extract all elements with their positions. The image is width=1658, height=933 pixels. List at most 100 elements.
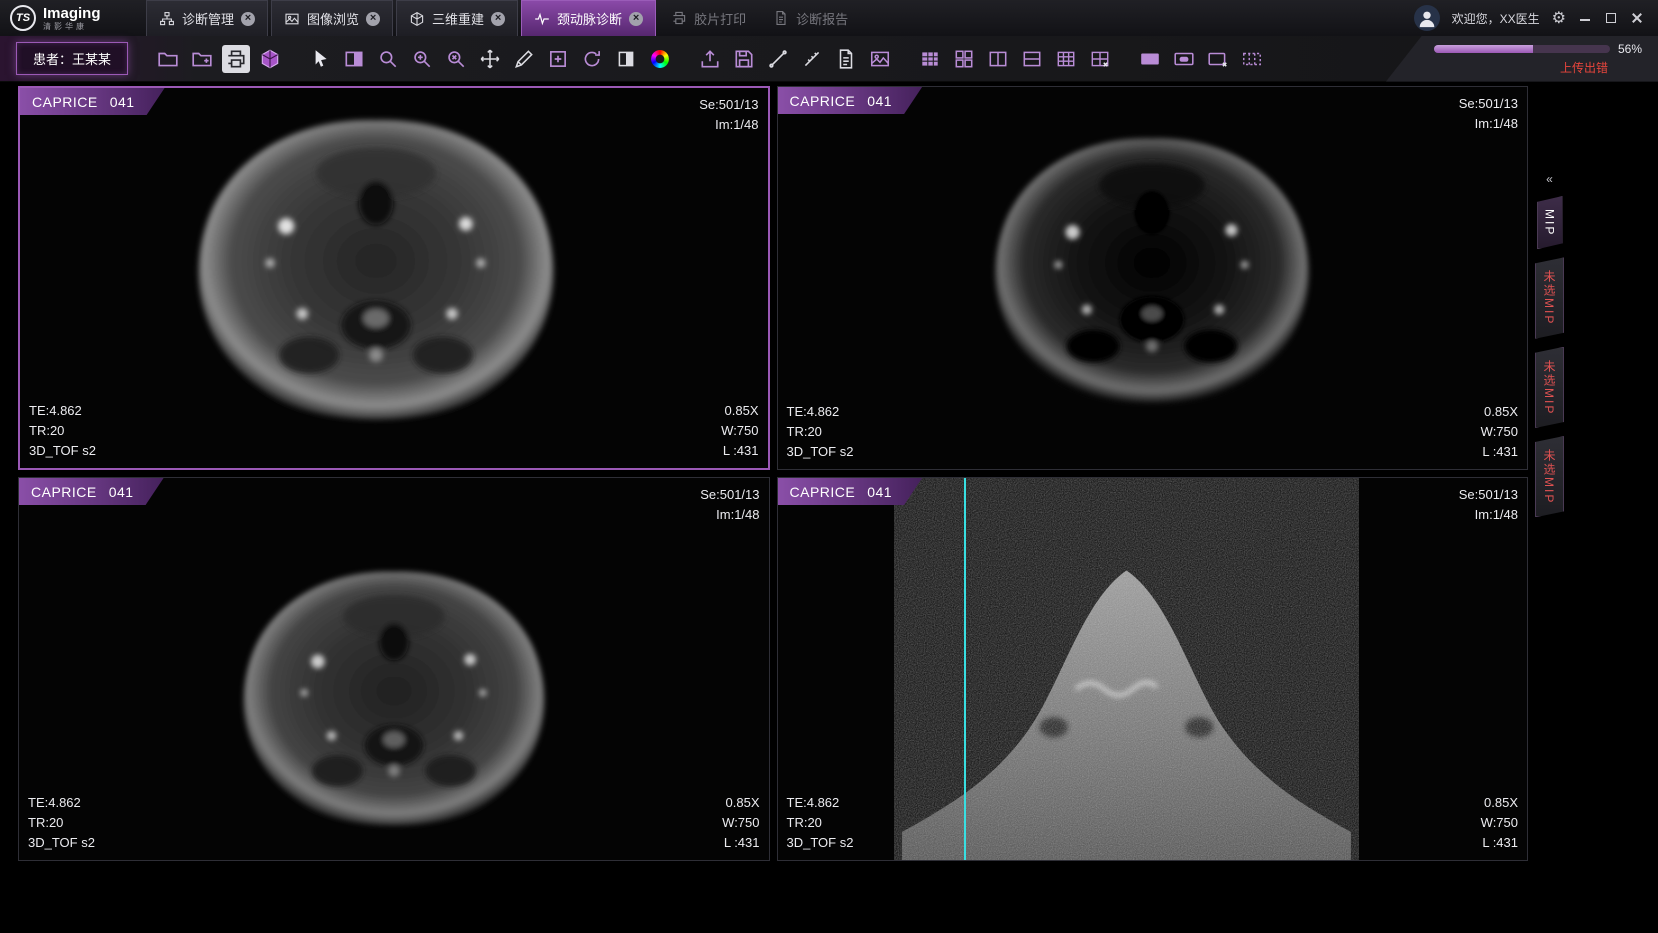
acquisition-info: TE:4.862TR:203D_TOF s2	[787, 402, 854, 462]
title-bar: TS Imaging 清影华康 诊断管理 图像浏览	[0, 0, 1658, 36]
series-tag[interactable]: CAPRICE 041	[778, 478, 923, 505]
tool-grid-table[interactable]	[916, 45, 944, 73]
right-tab-strip: « MIP 未选MIP 未选MIP 未选MIP	[1535, 172, 1564, 517]
tool-cursor[interactable]	[306, 45, 334, 73]
tool-image-export[interactable]	[866, 45, 894, 73]
device-name: CAPRICE	[32, 94, 98, 110]
tool-layout-remove[interactable]	[1204, 45, 1232, 73]
viewport-top-left[interactable]: CAPRICE 041 Se:501/13Im:1/48 TE:4.862TR:…	[18, 86, 770, 470]
tab-diagnosis-manage[interactable]: 诊断管理	[146, 0, 268, 36]
tab-image-browse[interactable]: 图像浏览	[271, 0, 393, 36]
tool-draw[interactable]	[510, 45, 538, 73]
close-button[interactable]	[1630, 11, 1644, 25]
measure-line-icon	[767, 48, 789, 70]
tool-layout-invert[interactable]	[340, 45, 368, 73]
tool-pan[interactable]	[476, 45, 504, 73]
roi-add-icon	[547, 48, 569, 70]
viewport-bottom-right[interactable]: CAPRICE 041 Se:501/13Im:1/48 TE:4.862TR:…	[777, 477, 1529, 861]
tab-close-icon[interactable]	[366, 12, 380, 26]
tool-layout-dashed[interactable]	[1238, 45, 1266, 73]
series-tag[interactable]: CAPRICE 041	[19, 478, 164, 505]
tool-layout-inner[interactable]	[1170, 45, 1198, 73]
tab-diagnosis-report: 诊断报告	[761, 0, 860, 36]
tool-roi-add[interactable]	[544, 45, 572, 73]
tab-label: 颈动脉诊断	[557, 9, 622, 28]
side-tab-unselected-mip-2[interactable]: 未选MIP	[1535, 347, 1564, 428]
series-info: Se:501/13Im:1/48	[699, 95, 758, 135]
series-info: Se:501/13Im:1/48	[1459, 485, 1518, 525]
cube-3d-icon	[259, 48, 281, 70]
tool-zoom[interactable]	[374, 45, 402, 73]
open-folder-icon	[157, 48, 179, 70]
side-tab-unselected-mip-1[interactable]: 未选MIP	[1535, 257, 1564, 338]
document-icon	[773, 10, 789, 26]
upload-error-text[interactable]: 上传出错	[1434, 59, 1642, 76]
viewport-top-right[interactable]: CAPRICE 041 Se:501/13Im:1/48 TE:4.862TR:…	[777, 86, 1529, 470]
tab-close-icon[interactable]	[241, 12, 255, 26]
viewport-bottom-left[interactable]: CAPRICE 041 Se:501/13Im:1/48 TE:4.862TR:…	[18, 477, 770, 861]
color-wheel-icon	[651, 50, 669, 68]
mri-slice-image	[189, 537, 599, 861]
pan-arrows-icon	[479, 48, 501, 70]
collapse-arrow-icon[interactable]: «	[1546, 172, 1553, 186]
acquisition-info: TE:4.862TR:203D_TOF s2	[28, 793, 95, 853]
tool-rotate[interactable]	[578, 45, 606, 73]
user-area: 欢迎您，XX医生	[1414, 0, 1658, 36]
tab-carotid-diagnosis[interactable]: 颈动脉诊断	[521, 0, 656, 36]
viewport-grid: CAPRICE 041 Se:501/13Im:1/48 TE:4.862TR:…	[18, 86, 1528, 861]
magnifier-icon	[377, 48, 399, 70]
tool-export[interactable]	[696, 45, 724, 73]
side-tab-mip[interactable]: MIP	[1537, 196, 1563, 249]
viewer-area: CAPRICE 041 Se:501/13Im:1/48 TE:4.862TR:…	[0, 82, 1658, 933]
tool-color-wheel[interactable]	[646, 45, 674, 73]
tool-open-folder[interactable]	[154, 45, 182, 73]
tool-zoom-out[interactable]	[442, 45, 470, 73]
upload-icon	[699, 48, 721, 70]
tool-save[interactable]	[730, 45, 758, 73]
tool-grid-remove[interactable]	[1086, 45, 1114, 73]
tool-report-doc[interactable]	[832, 45, 860, 73]
welcome-text: 欢迎您，XX医生	[1452, 10, 1540, 27]
tab-3d-rebuild[interactable]: 三维重建	[396, 0, 518, 36]
tool-split-vertical[interactable]	[984, 45, 1012, 73]
tool-split-horizontal[interactable]	[1018, 45, 1046, 73]
grid-nine-icon	[1055, 48, 1077, 70]
app-logo: TS Imaging 清影华康	[0, 0, 146, 36]
tab-close-icon[interactable]	[491, 12, 505, 26]
save-icon	[733, 48, 755, 70]
tool-measure-ruler[interactable]	[798, 45, 826, 73]
print-icon	[225, 48, 247, 70]
tool-zoom-in[interactable]	[408, 45, 436, 73]
series-tag[interactable]: CAPRICE 041	[20, 88, 165, 115]
patient-selector[interactable]: 患者：王某某	[16, 42, 128, 75]
tool-invert-bw[interactable]	[612, 45, 640, 73]
display-info: 0.85XW:750L :431	[722, 793, 759, 853]
new-folder-icon	[191, 48, 213, 70]
tool-volume-3d[interactable]	[256, 45, 284, 73]
display-info: 0.85XW:750L :431	[721, 401, 758, 461]
series-info: Se:501/13Im:1/48	[1459, 94, 1518, 134]
image-export-icon	[869, 48, 891, 70]
brand-subtitle: 清影华康	[43, 23, 101, 31]
tool-layout-single[interactable]	[1136, 45, 1164, 73]
tab-close-icon[interactable]	[629, 12, 643, 26]
series-tag[interactable]: CAPRICE 041	[778, 87, 923, 114]
tool-measure-line[interactable]	[764, 45, 792, 73]
tool-buttons	[154, 45, 1266, 73]
tool-print[interactable]	[222, 45, 250, 73]
settings-gear-icon[interactable]	[1552, 8, 1566, 28]
tool-grid-quad[interactable]	[950, 45, 978, 73]
upload-status-panel: 56% 上传出错	[1386, 36, 1658, 82]
tab-label: 胶片打印	[694, 9, 746, 28]
reference-scan-line[interactable]	[964, 478, 966, 860]
app-window: TS Imaging 清影华康 诊断管理 图像浏览	[0, 0, 1658, 933]
side-tab-unselected-mip-3[interactable]: 未选MIP	[1535, 436, 1564, 517]
tool-grid-nine[interactable]	[1052, 45, 1080, 73]
series-number: 041	[109, 484, 134, 500]
invert-contrast-icon	[615, 48, 637, 70]
user-avatar[interactable]	[1414, 5, 1440, 31]
maximize-button[interactable]	[1604, 11, 1618, 25]
tool-new-folder[interactable]	[188, 45, 216, 73]
series-number: 041	[867, 484, 892, 500]
minimize-button[interactable]	[1578, 11, 1592, 25]
